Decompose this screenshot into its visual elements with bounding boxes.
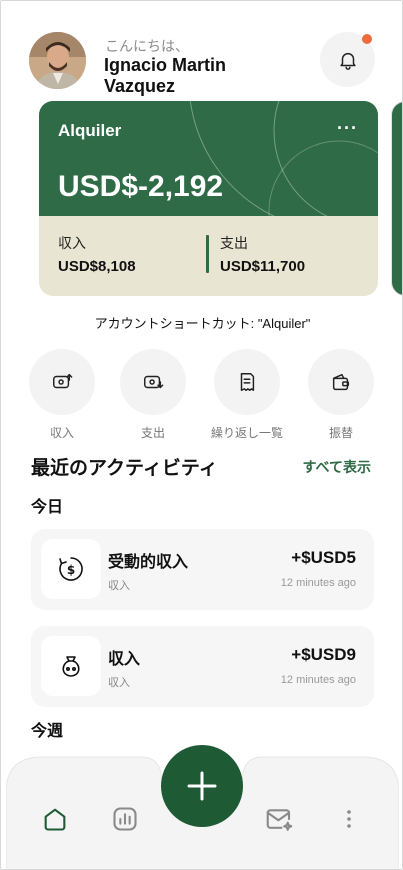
passive-income-icon: $	[59, 557, 83, 581]
app-screen: こんにちは、 Ignacio Martin Vazquez Alquiler ·…	[0, 0, 403, 870]
recurring-action-label: 繰り返し一覧	[210, 426, 283, 440]
expense-action-label: 支出	[140, 426, 165, 440]
card-divider	[206, 235, 209, 273]
user-name: Ignacio Martin Vazquez	[104, 55, 227, 96]
nav-stats-button[interactable]	[107, 801, 143, 837]
expense-label: 支出	[220, 235, 248, 251]
expense-icon	[144, 375, 164, 389]
account-card[interactable]: Alquiler ··· USD$-2,192 収入 USD$8,108 支出 …	[39, 101, 378, 296]
income-label: 収入	[58, 235, 86, 251]
add-button[interactable]	[161, 745, 243, 827]
card-more-button[interactable]: ···	[337, 118, 358, 139]
activity-time: 12 minutes ago	[280, 674, 356, 686]
notification-badge	[362, 34, 372, 44]
account-balance: USD$-2,192	[58, 170, 224, 203]
recurring-action-button[interactable]	[214, 349, 280, 415]
transfer-wallet-icon	[332, 373, 350, 391]
activity-item[interactable]: 収入 収入 +$USD9 12 minutes ago	[31, 626, 374, 707]
svg-text:$: $	[67, 563, 75, 577]
expense-action-button[interactable]	[120, 349, 186, 415]
add-icon	[187, 771, 217, 801]
group-label-this-week: 今週	[31, 723, 64, 740]
group-label-today: 今日	[31, 499, 64, 516]
income-action-label: 収入	[49, 426, 74, 440]
transfer-action-label: 振替	[328, 426, 353, 440]
next-account-card[interactable]	[391, 101, 402, 296]
activity-time: 12 minutes ago	[280, 577, 356, 589]
activity-icon-box	[41, 636, 101, 696]
nav-home-button[interactable]	[37, 801, 73, 837]
recent-activity-title: 最近のアクティビティ	[31, 458, 218, 479]
income-icon	[53, 373, 73, 389]
activity-name: 収入	[108, 651, 141, 668]
activity-category: 収入	[108, 580, 130, 592]
greeting-text: こんにちは、	[105, 38, 189, 54]
income-value: USD$8,108	[58, 258, 136, 275]
nav-messages-button[interactable]	[261, 801, 297, 837]
activity-item[interactable]: $ 受動的収入 収入 +$USD5 12 minutes ago	[31, 529, 374, 610]
activity-icon-box: $	[41, 539, 101, 599]
transfer-action-button[interactable]	[308, 349, 374, 415]
see-all-link[interactable]: すべて表示	[303, 457, 371, 477]
account-name: Alquiler	[58, 121, 122, 140]
activity-category: 収入	[108, 677, 130, 689]
recurring-list-icon	[240, 373, 255, 391]
more-vertical-icon	[347, 810, 351, 828]
messages-icon	[266, 809, 293, 831]
home-icon	[44, 808, 66, 831]
stats-icon	[113, 807, 137, 831]
account-card-header: Alquiler ··· USD$-2,192	[39, 101, 378, 216]
activity-amount: +$USD5	[291, 548, 356, 567]
shortcut-caption: アカウントショートカット: "Alquiler"	[94, 316, 311, 331]
money-bag-icon	[62, 656, 80, 677]
avatar[interactable]	[29, 32, 86, 89]
activity-name: 受動的収入	[108, 554, 189, 571]
nav-more-button[interactable]	[331, 801, 367, 837]
income-action-button[interactable]	[29, 349, 95, 415]
activity-amount: +$USD9	[291, 645, 356, 664]
expense-value: USD$11,700	[220, 258, 306, 275]
bell-icon	[339, 52, 356, 70]
